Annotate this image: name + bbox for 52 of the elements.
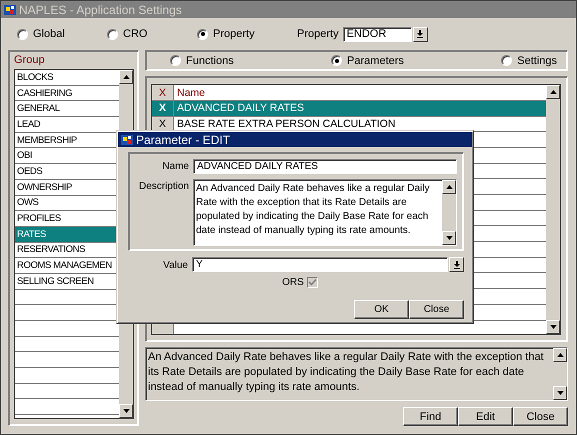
scroll-up-button[interactable] xyxy=(119,70,133,84)
dialog-title: Parameter - EDIT xyxy=(136,132,230,146)
up-arrow-icon xyxy=(550,90,556,94)
action-button[interactable]: Edit xyxy=(458,407,513,426)
radio-option[interactable]: CRO xyxy=(107,28,197,40)
property-field[interactable]: ENDOR xyxy=(342,26,412,42)
radio-option[interactable]: Settings xyxy=(501,54,557,67)
down-arrow-icon xyxy=(122,409,130,413)
table-cell-text: ADVANCED DAILY RATES xyxy=(176,101,306,116)
down-arrow-icon xyxy=(416,30,424,38)
radio-option[interactable]: Property xyxy=(197,28,297,40)
name-label: Name xyxy=(161,160,190,172)
scroll-down-button[interactable] xyxy=(119,404,133,418)
up-arrow-icon xyxy=(122,75,130,79)
description-field[interactable]: An Advanced Daily Rate behaves like a regular Daily Rate with the exception that its Rate Details are populated by indicating the Daily Base Rate for each date instead of manually typing its rate amounts. xyxy=(193,179,457,246)
ors-label: ORS xyxy=(282,277,304,288)
dropdown-button[interactable] xyxy=(449,257,464,272)
dialog-icon xyxy=(120,132,134,146)
table-cell-text: BASE RATE EXTRA PERSON CALCULATION xyxy=(176,116,396,132)
scroll-down-button[interactable] xyxy=(442,231,456,245)
dialog-button[interactable]: Close xyxy=(409,300,464,319)
up-arrow-icon xyxy=(446,185,452,189)
scroll-down-button[interactable] xyxy=(553,386,567,400)
column-header: Name xyxy=(176,86,206,100)
dropdown-button[interactable] xyxy=(412,26,428,42)
group-label: Group xyxy=(14,54,46,67)
app-icon xyxy=(3,2,17,16)
description-text: An Advanced Daily Rate behaves like a regular Daily Rate with the exception that its Rate Details are populated by indicating the Daily Base Rate for each date instead of manually typing its rate amounts. xyxy=(147,350,545,396)
down-arrow-icon xyxy=(446,236,452,240)
radio-option[interactable]: Functions xyxy=(170,54,234,67)
action-button[interactable]: Find xyxy=(403,407,458,426)
property-label: Property xyxy=(297,28,339,40)
name-field[interactable]: ADVANCED DAILY RATES xyxy=(193,159,457,174)
window-title: NAPLES - Application Settings xyxy=(19,2,182,16)
down-arrow-icon xyxy=(550,325,556,330)
group-item[interactable]: RATES xyxy=(15,226,119,243)
table-row[interactable]: X ADVANCED DAILY RATES xyxy=(152,100,546,117)
up-arrow-icon xyxy=(556,353,564,358)
scroll-up-button[interactable] xyxy=(546,85,560,100)
dialog-button[interactable]: OK xyxy=(354,300,409,319)
action-button[interactable]: Close xyxy=(513,407,568,426)
value-field[interactable]: Y xyxy=(192,257,448,272)
description-label: Description xyxy=(138,180,190,192)
scroll-down-button[interactable] xyxy=(546,320,560,334)
radio-option[interactable]: Parameters xyxy=(331,54,404,67)
scroll-up-button[interactable] xyxy=(553,348,567,362)
radio-option[interactable]: Global xyxy=(17,28,107,40)
column-header: X xyxy=(152,85,174,100)
down-arrow-icon xyxy=(452,260,460,268)
down-arrow-icon xyxy=(556,391,564,395)
value-label: Value xyxy=(162,259,189,271)
scroll-up-button[interactable] xyxy=(442,180,456,194)
